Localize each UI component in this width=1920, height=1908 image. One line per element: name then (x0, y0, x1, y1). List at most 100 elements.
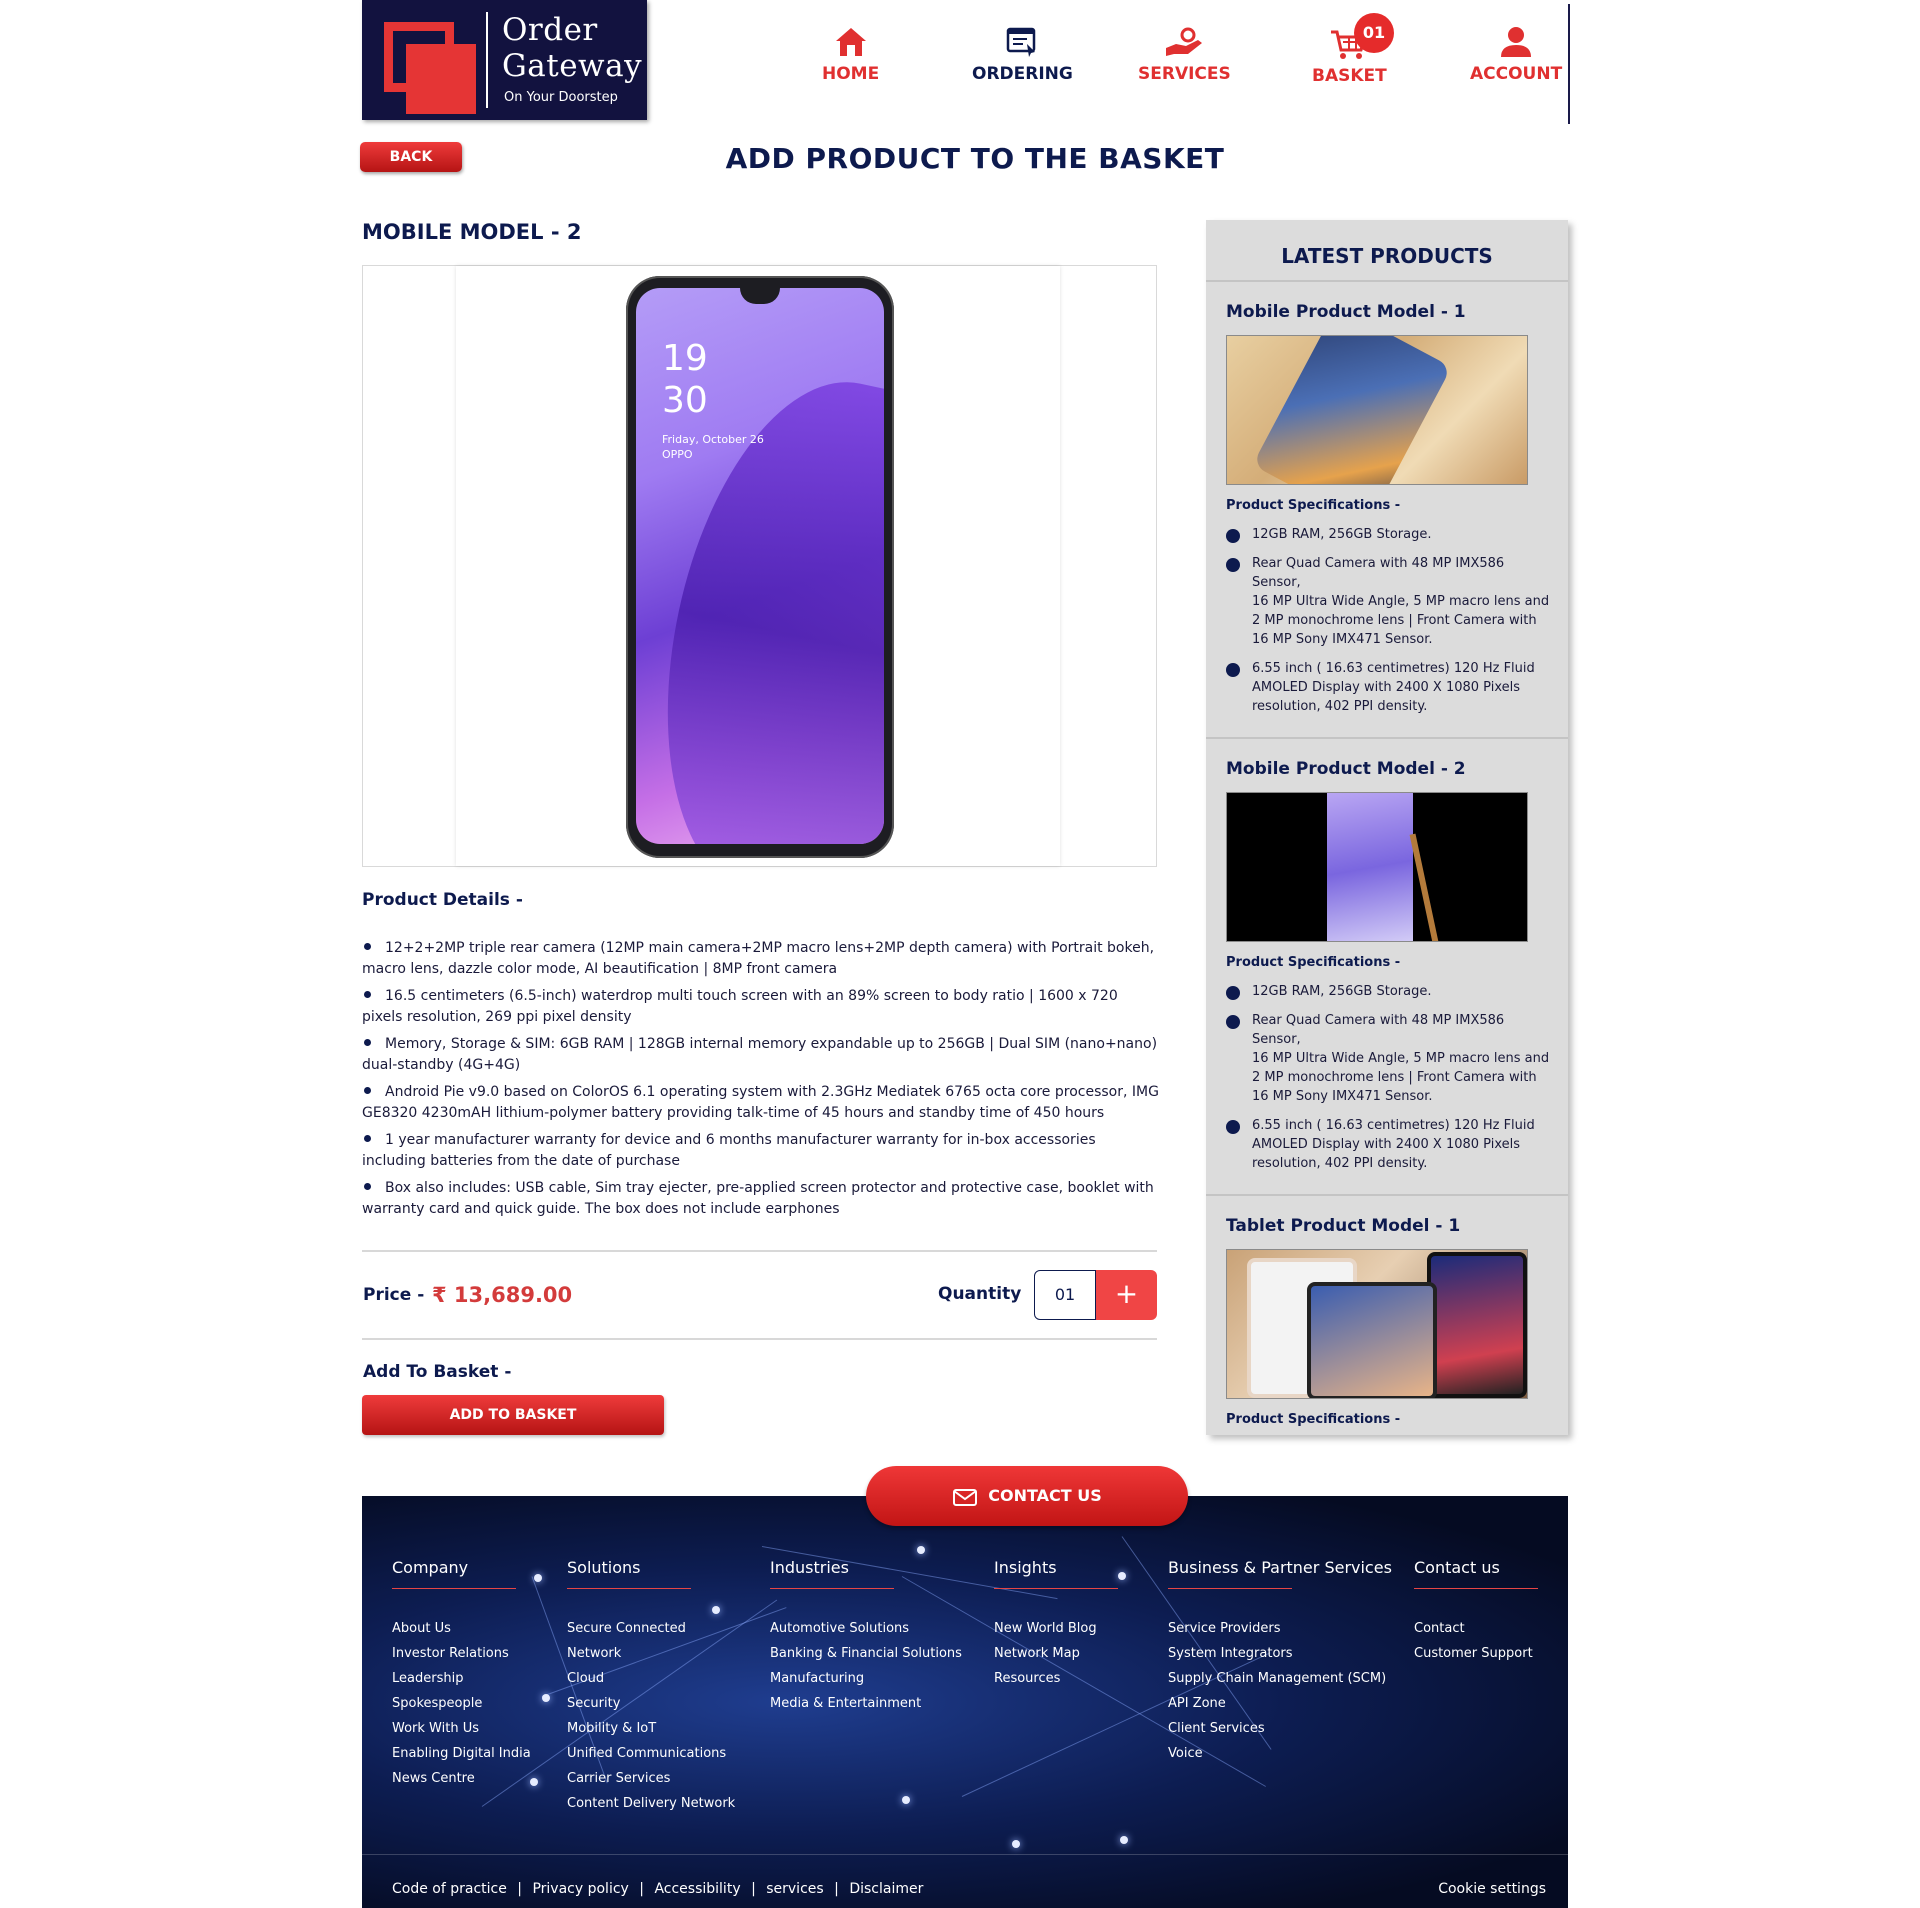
sidebar-product-name[interactable]: Tablet Product Model - 1 (1226, 1216, 1460, 1236)
bullet-icon (1226, 1120, 1240, 1134)
footer-link[interactable]: Work With Us (392, 1716, 531, 1741)
footer-legal-link[interactable]: Accessibility (654, 1881, 740, 1897)
footer-link[interactable]: Enabling Digital India (392, 1741, 531, 1766)
network-node (530, 1778, 538, 1786)
phone-brand-text: OPPO (662, 448, 693, 461)
footer-link[interactable]: Media & Entertainment (770, 1691, 962, 1716)
footer-link[interactable]: Spokespeople (392, 1691, 531, 1716)
footer-link[interactable]: Network Map (994, 1641, 1097, 1666)
detail-text: Memory, Storage & SIM: 6GB RAM | 128GB i… (362, 1036, 1158, 1073)
footer-link[interactable]: Banking & Financial Solutions (770, 1641, 962, 1666)
tablet-photo (1427, 1252, 1527, 1398)
footer-link[interactable]: Secure Connected (567, 1616, 735, 1641)
footer-link[interactable]: Content Delivery Network (567, 1791, 735, 1816)
contact-us-button[interactable]: CONTACT US (866, 1466, 1188, 1526)
footer-link[interactable]: Customer Support (1414, 1641, 1533, 1666)
bullet-icon (1226, 529, 1240, 543)
footer-link[interactable]: Automotive Solutions (770, 1616, 962, 1641)
stylus-photo (1409, 833, 1441, 941)
footer-link[interactable]: Security (567, 1691, 735, 1716)
bullet-icon (364, 1039, 371, 1046)
footer-legal-link[interactable]: Code of practice (392, 1881, 507, 1897)
phone-notch (740, 288, 780, 304)
price-value: ₹ 13,689.00 (432, 1283, 573, 1307)
footer-heading-rule (994, 1588, 1118, 1589)
footer-heading-business: Business & Partner Services (1168, 1558, 1392, 1577)
logo-divider (486, 12, 488, 108)
footer-divider (362, 1854, 1568, 1855)
network-node (712, 1606, 720, 1614)
add-to-basket-label: Add To Basket - (363, 1362, 512, 1382)
add-to-basket-button[interactable]: ADD TO BASKET (362, 1395, 664, 1435)
list-item: Android Pie v9.0 based on ColorOS 6.1 op… (362, 1082, 1162, 1124)
footer-link[interactable]: Leadership (392, 1666, 531, 1691)
footer-heading-rule (770, 1588, 894, 1589)
section-divider (362, 1338, 1157, 1340)
phone-photo (1327, 793, 1413, 941)
footer-link[interactable]: Client Services (1168, 1716, 1386, 1741)
phone-screen: 19 30 Friday, October 26 OPPO (636, 288, 884, 844)
brand-logo[interactable]: Order Gateway On Your Doorstep (362, 0, 647, 120)
network-node (1012, 1840, 1020, 1848)
quantity-plus-button[interactable]: + (1096, 1270, 1157, 1320)
bullet-icon (364, 991, 371, 998)
footer-link[interactable]: About Us (392, 1616, 531, 1641)
nav-services[interactable]: SERVICES (1138, 26, 1231, 84)
footer-link[interactable]: Contact (1414, 1616, 1533, 1641)
spec-label: Product Specifications - (1226, 1412, 1401, 1427)
footer-link[interactable]: Resources (994, 1666, 1097, 1691)
link-separator: | (639, 1881, 644, 1897)
ordering-icon (1007, 27, 1036, 57)
network-node (534, 1574, 542, 1582)
nav-ordering[interactable]: ORDERING (972, 26, 1073, 84)
spec-text: 6.55 inch ( 16.63 centimetres) 120 Hz Fl… (1252, 1118, 1535, 1171)
footer-legal-link[interactable]: Disclaimer (849, 1881, 923, 1897)
quantity-input[interactable]: 01 (1034, 1270, 1096, 1320)
detail-text: 1 year manufacturer warranty for device … (362, 1132, 1096, 1169)
footer-link[interactable]: News Centre (392, 1766, 531, 1791)
footer-link[interactable]: New World Blog (994, 1616, 1097, 1641)
link-separator: | (751, 1881, 756, 1897)
footer-link[interactable]: Service Providers (1168, 1616, 1386, 1641)
spec-text: Rear Quad Camera with 48 MP IMX586 Senso… (1252, 1013, 1550, 1104)
spec-text: 12GB RAM, 256GB Storage. (1252, 527, 1432, 542)
list-item: Box also includes: USB cable, Sim tray e… (362, 1178, 1162, 1220)
footer-link[interactable]: API Zone (1168, 1691, 1386, 1716)
footer-link[interactable]: Mobility & IoT (567, 1716, 735, 1741)
footer-link[interactable]: System Integrators (1168, 1641, 1386, 1666)
footer-legal-link[interactable]: services (766, 1881, 823, 1897)
footer-link[interactable]: Investor Relations (392, 1641, 531, 1666)
network-node (1118, 1572, 1126, 1580)
sidebar-product-image[interactable] (1226, 1249, 1528, 1399)
nav-basket-label: BASKET (1312, 66, 1387, 86)
footer-list-business: Service Providers System Integrators Sup… (1168, 1616, 1386, 1766)
cookie-settings-link[interactable]: Cookie settings (1438, 1881, 1546, 1897)
sidebar-product-name[interactable]: Mobile Product Model - 1 (1226, 302, 1466, 322)
contact-us-label: CONTACT US (988, 1486, 1102, 1505)
footer-link[interactable]: Carrier Services (567, 1766, 735, 1791)
phone-photo: 19 30 Friday, October 26 OPPO (626, 276, 894, 858)
footer-link[interactable]: Manufacturing (770, 1666, 962, 1691)
footer-list-contact: Contact Customer Support (1414, 1616, 1533, 1666)
sidebar-product-image[interactable] (1226, 335, 1528, 485)
footer-link[interactable]: Cloud (567, 1666, 735, 1691)
footer-link[interactable]: Unified Communications (567, 1741, 735, 1766)
services-icon (1166, 27, 1203, 56)
nav-account-label: ACCOUNT (1470, 64, 1563, 84)
phone-clock: 19 30 (662, 338, 708, 422)
nav-account[interactable]: ACCOUNT (1470, 26, 1562, 84)
spec-list: 12GB RAM, 256GB Storage. Rear Quad Camer… (1226, 525, 1556, 726)
footer-link[interactable]: Supply Chain Management (SCM) (1168, 1666, 1386, 1691)
nav-home[interactable]: HOME (822, 26, 879, 84)
footer-legal-link[interactable]: Privacy policy (532, 1881, 628, 1897)
detail-text: Android Pie v9.0 based on ColorOS 6.1 op… (362, 1084, 1159, 1121)
list-item: 12GB RAM, 256GB Storage. (1226, 525, 1556, 544)
back-button[interactable]: BACK (360, 142, 462, 172)
footer-link[interactable]: Voice (1168, 1741, 1386, 1766)
basket-count-badge: 01 (1354, 13, 1394, 53)
network-node (1120, 1836, 1128, 1844)
logo-word-1: Order (502, 12, 598, 48)
sidebar-product-image[interactable] (1226, 792, 1528, 942)
footer-link[interactable]: Network (567, 1641, 735, 1666)
sidebar-product-name[interactable]: Mobile Product Model - 2 (1226, 759, 1466, 779)
